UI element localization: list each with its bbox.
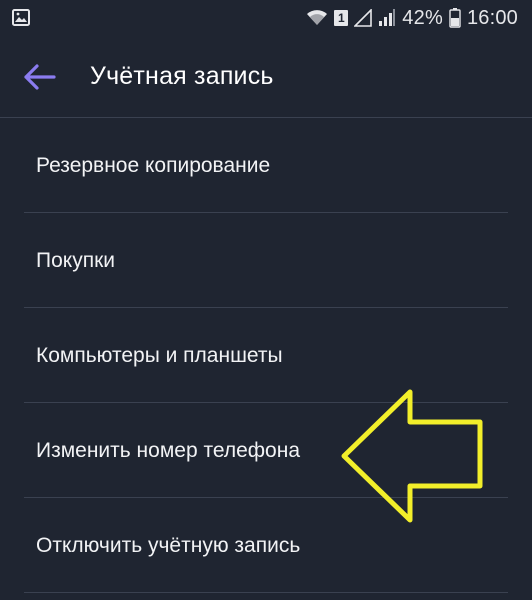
wifi-icon <box>307 10 328 25</box>
signal-icon <box>354 9 373 27</box>
menu-item-label: Изменить номер телефона <box>36 439 300 462</box>
status-indicators: 1 42% 16:00 <box>306 0 518 36</box>
menu-item-purchases[interactable]: Покупки <box>0 213 532 308</box>
page-title: Учётная запись <box>90 62 274 90</box>
menu-item-change-phone-number[interactable]: Изменить номер телефона <box>0 403 532 498</box>
app-toolbar: Учётная запись <box>0 36 532 118</box>
signal-icon <box>379 9 396 26</box>
divider <box>24 592 508 593</box>
arrow-left-icon <box>24 64 56 90</box>
back-button[interactable] <box>22 60 62 94</box>
account-menu-list: Резервное копирование Покупки Компьютеры… <box>0 118 532 593</box>
menu-item-label: Резервное копирование <box>36 154 271 177</box>
battery-icon <box>449 8 461 28</box>
menu-item-backup[interactable]: Резервное копирование <box>0 118 532 213</box>
menu-item-label: Компьютеры и планшеты <box>36 344 283 367</box>
sim-slot-number: 1 <box>337 11 345 25</box>
sim-card-icon: 1 <box>334 10 349 26</box>
menu-item-computers-tablets[interactable]: Компьютеры и планшеты <box>0 308 532 403</box>
menu-item-disable-account[interactable]: Отключить учётную запись <box>0 498 532 593</box>
menu-item-label: Покупки <box>36 249 115 272</box>
gallery-icon <box>12 9 30 26</box>
status-bar: 1 42% 16:00 <box>0 0 532 36</box>
clock: 16:00 <box>466 6 518 29</box>
account-settings-screen: 1 42% 16:00 Учётная запись Резервное коп… <box>0 0 532 600</box>
battery-percent: 42% <box>402 6 443 29</box>
menu-item-label: Отключить учётную запись <box>36 534 301 557</box>
